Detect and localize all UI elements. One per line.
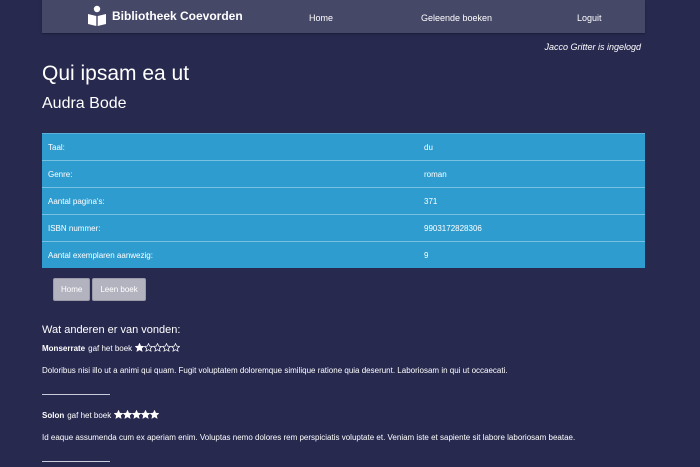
star-filled-icon: [150, 410, 160, 419]
reviewer-name: Solon: [42, 411, 65, 420]
detail-value: 371: [424, 187, 645, 215]
review-suffix: gaf het boek: [67, 411, 112, 420]
rating-stars: [135, 343, 181, 354]
table-row: Aantal pagina's: 371: [42, 187, 645, 215]
detail-value: 9903172828306: [424, 214, 645, 242]
review-divider: [42, 394, 110, 395]
table-row: Aantal exemplaren aanwezig: 9: [42, 241, 645, 268]
review-text: Id eaque assumenda cum ex aperiam enim. …: [42, 433, 576, 442]
nav-link-geleende-boeken[interactable]: Geleende boeken: [421, 0, 492, 33]
detail-value: 9: [424, 241, 645, 268]
table-row: Taal: du: [42, 133, 645, 161]
review-header: Monserrate gaf het boek: [42, 343, 181, 354]
detail-label: Aantal pagina's:: [42, 187, 424, 215]
star-empty-icon: [144, 343, 154, 352]
navbar: Bibliotheek Coevorden Home Geleende boek…: [42, 0, 645, 33]
nav-link-home[interactable]: Home: [309, 0, 333, 33]
brand-name: Bibliotheek Coevorden: [112, 9, 243, 23]
borrow-button[interactable]: Leen boek: [92, 278, 146, 301]
review-header: Solon gaf het boek: [42, 410, 160, 421]
detail-label: Genre:: [42, 160, 424, 188]
detail-value: du: [424, 133, 645, 161]
reviewer-name: Monserrate: [42, 344, 86, 353]
table-row: Genre: roman: [42, 160, 645, 188]
star-empty-icon: [171, 343, 181, 352]
reviews-heading: Wat anderen er van vonden:: [42, 324, 181, 336]
star-filled-icon: [123, 410, 133, 419]
star-empty-icon: [162, 343, 172, 352]
home-button[interactable]: Home: [53, 278, 91, 301]
login-status: Jacco Gritter is ingelogd: [544, 42, 641, 52]
star-filled-icon: [141, 410, 151, 419]
star-filled-icon: [114, 410, 124, 419]
star-filled-icon: [132, 410, 142, 419]
detail-value: roman: [424, 160, 645, 188]
book-author: Audra Bode: [42, 95, 127, 112]
review-suffix: gaf het boek: [88, 344, 133, 353]
book-reader-icon: [88, 5, 106, 26]
brand-link[interactable]: Bibliotheek Coevorden: [86, 2, 243, 30]
book-details-table: Taal: du Genre: roman Aantal pagina's: 3…: [42, 133, 645, 268]
table-row: ISBN nummer: 9903172828306: [42, 214, 645, 242]
detail-label: Aantal exemplaren aanwezig:: [42, 241, 424, 268]
star-empty-icon: [153, 343, 163, 352]
detail-label: Taal:: [42, 133, 424, 161]
star-filled-icon: [135, 343, 145, 352]
nav-link-loguit[interactable]: Loguit: [577, 0, 602, 33]
review-divider: [42, 461, 110, 462]
review-text: Doloribus nisi illo ut a animi qui quam.…: [42, 366, 508, 375]
action-buttons: Home Leen boek: [53, 278, 146, 301]
detail-label: ISBN nummer:: [42, 214, 424, 242]
rating-stars: [114, 410, 160, 421]
book-title: Qui ipsam ea ut: [42, 62, 190, 85]
